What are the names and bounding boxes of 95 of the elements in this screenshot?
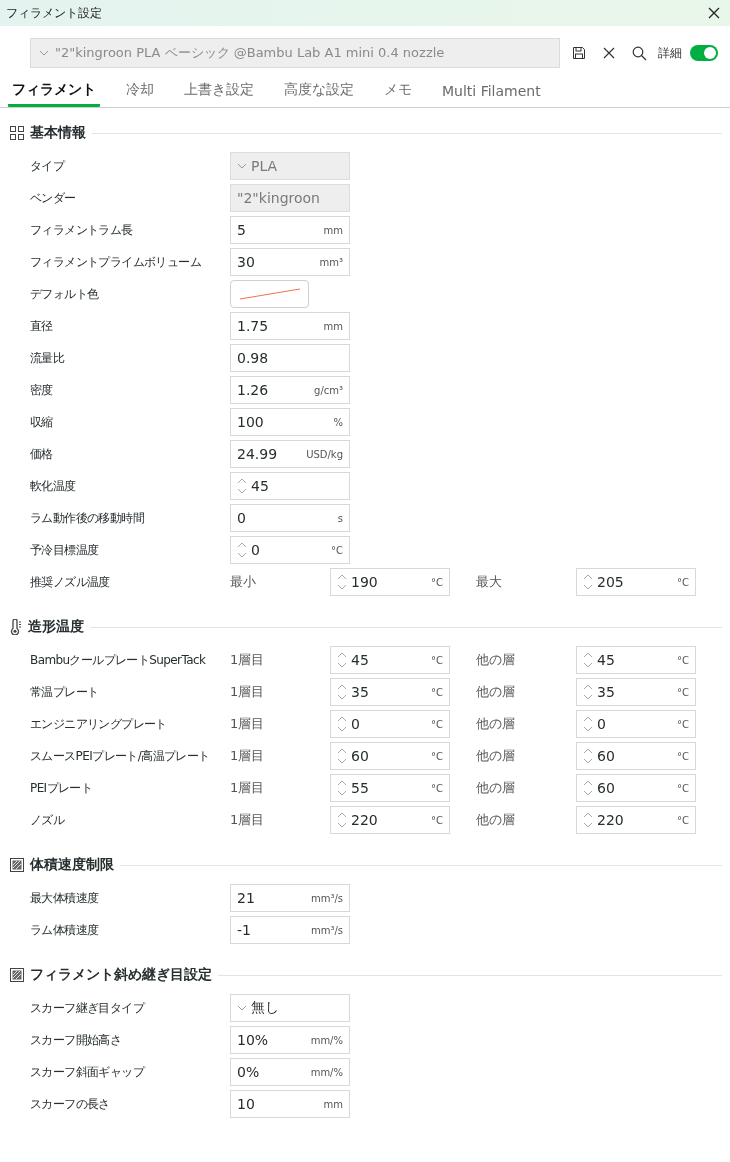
tab[interactable]: 上書き設定 — [180, 77, 258, 107]
section-title: 基本情報 — [30, 124, 86, 142]
setting-label: 推奨ノズル温度 — [30, 573, 111, 591]
field-label: 1層目 — [230, 683, 266, 701]
advanced-toggle[interactable] — [690, 45, 718, 61]
setting-label: スカーフ開始高さ — [30, 1031, 123, 1049]
section-title: フィラメント斜め継ぎ目設定 — [30, 966, 212, 984]
window-title: フィラメント設定 — [6, 4, 102, 22]
spin-field[interactable]: 60 °C — [576, 742, 696, 770]
setting-label: ラム動作後の移動時間 — [30, 509, 145, 527]
input-field[interactable]: 21 mm³/s — [230, 884, 350, 912]
spin-field[interactable]: 45 °C — [576, 646, 696, 674]
input-field[interactable]: 0.98 — [230, 344, 350, 372]
setting-label: フィラメントプライムボリューム — [30, 253, 202, 271]
field-label: 他の層 — [476, 715, 516, 733]
input-field[interactable]: 5 mm — [230, 216, 350, 244]
setting-label: デフォルト色 — [30, 285, 100, 303]
spin-field[interactable]: 35 °C — [576, 678, 696, 706]
field-label: 他の層 — [476, 683, 516, 701]
spin-field[interactable]: 0 °C — [330, 710, 450, 738]
save-icon — [572, 46, 586, 60]
section-title: 体積速度制限 — [30, 856, 114, 874]
spin-field[interactable]: 0 °C — [230, 536, 350, 564]
field-label: 1層目 — [230, 651, 266, 669]
chevron-icon — [39, 50, 49, 56]
input-field[interactable]: 1.75 mm — [230, 312, 350, 340]
spin-field[interactable]: 190 °C — [330, 568, 450, 596]
tab[interactable]: フィラメント — [8, 77, 100, 107]
setting-label: 予冷目標温度 — [30, 541, 100, 559]
setting-label: タイプ — [30, 157, 66, 175]
spin-field[interactable]: 60 °C — [576, 774, 696, 802]
tab[interactable]: 冷却 — [122, 77, 158, 107]
section-title: 造形温度 — [28, 618, 84, 636]
setting-label: スムースPEIプレート/高温プレート — [30, 747, 211, 765]
field-label: 最大 — [476, 573, 503, 591]
setting-label: 価格 — [30, 445, 54, 463]
field-label: 最小 — [230, 573, 257, 591]
spin-field[interactable]: 0 °C — [576, 710, 696, 738]
setting-label: 軟化温度 — [30, 477, 77, 495]
setting-label: 流量比 — [30, 349, 66, 367]
close-icon — [603, 47, 615, 59]
spin-field[interactable]: 35 °C — [330, 678, 450, 706]
input-field[interactable]: 10 mm — [230, 1090, 350, 1118]
hatched-square-icon — [10, 968, 24, 982]
input-field[interactable]: 24.99 USD/kg — [230, 440, 350, 468]
setting-label: フィラメントラム長 — [30, 221, 134, 239]
setting-label: スカーフの長さ — [30, 1095, 111, 1113]
setting-label: 常温プレート — [30, 683, 100, 701]
input-field[interactable]: 30 mm³ — [230, 248, 350, 276]
setting-label: ノズル — [30, 811, 66, 829]
setting-label: 最大体積速度 — [30, 889, 100, 907]
setting-label: 収縮 — [30, 413, 54, 431]
setting-label: スカーフ継ぎ目タイプ — [30, 999, 146, 1017]
color-swatch[interactable] — [230, 280, 309, 308]
spin-field[interactable]: 60 °C — [330, 742, 450, 770]
advanced-label: 詳細 — [658, 44, 682, 62]
tab[interactable]: メモ — [380, 77, 416, 107]
setting-label: エンジニアリングプレート — [30, 715, 168, 733]
hatched-square-icon — [10, 858, 24, 872]
input-field[interactable]: 0% mm/% — [230, 1058, 350, 1086]
spin-field[interactable]: 220 °C — [576, 806, 696, 834]
spin-field[interactable]: 45 — [230, 472, 350, 500]
setting-label: ラム体積速度 — [30, 921, 100, 939]
thermometer-icon — [10, 619, 22, 635]
field-label: 他の層 — [476, 747, 516, 765]
chevron-icon — [237, 1005, 247, 1011]
tab[interactable]: 高度な設定 — [280, 77, 358, 107]
input-field[interactable]: 10% mm/% — [230, 1026, 350, 1054]
setting-label: スカーフ斜面ギャップ — [30, 1063, 146, 1081]
setting-label: BambuクールプレートSuperTack — [30, 651, 207, 669]
field-label: 1層目 — [230, 715, 266, 733]
input-field[interactable]: 1.26 g/cm³ — [230, 376, 350, 404]
input-field[interactable]: 0 s — [230, 504, 350, 532]
close-button[interactable] — [706, 5, 722, 21]
field-label: 他の層 — [476, 651, 516, 669]
setting-label: 直径 — [30, 317, 54, 335]
field-label: 1層目 — [230, 779, 266, 797]
tab[interactable]: Multi Filament — [438, 79, 545, 107]
setting-label: 密度 — [30, 381, 54, 399]
field-label: 1層目 — [230, 811, 266, 829]
search-icon — [631, 45, 647, 61]
field-label: 1層目 — [230, 747, 266, 765]
spin-field[interactable]: 205 °C — [576, 568, 696, 596]
input-field[interactable]: 100 % — [230, 408, 350, 436]
grid-icon — [10, 126, 24, 140]
input-field[interactable]: -1 mm³/s — [230, 916, 350, 944]
spin-field[interactable]: 45 °C — [330, 646, 450, 674]
spin-field[interactable]: 55 °C — [330, 774, 450, 802]
setting-label: ベンダー — [30, 189, 77, 207]
setting-label: PEIプレート — [30, 779, 94, 797]
dropdown-field[interactable]: 無し — [230, 994, 350, 1022]
field-label: 他の層 — [476, 779, 516, 797]
field-label: 他の層 — [476, 811, 516, 829]
chevron-icon — [237, 163, 247, 169]
spin-field[interactable]: 220 °C — [330, 806, 450, 834]
